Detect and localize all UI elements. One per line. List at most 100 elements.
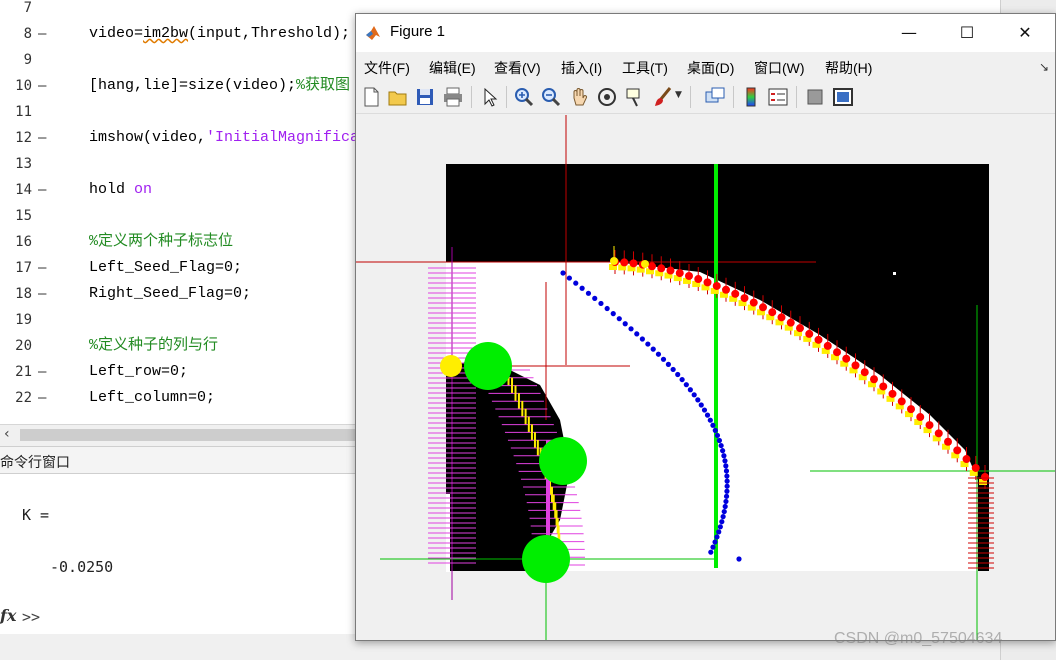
- hide-plot-tools-icon[interactable]: [804, 86, 826, 108]
- zoom-out-icon[interactable]: [540, 86, 562, 108]
- new-figure-icon[interactable]: [360, 86, 382, 108]
- brush-icon[interactable]: [652, 86, 674, 108]
- breakpoint-marker[interactable]: —: [38, 177, 46, 203]
- figure-titlebar[interactable]: Figure 1 — ☐ ✕: [356, 14, 1055, 52]
- right-edge-dot: [851, 361, 860, 370]
- right-edge-dot: [870, 375, 878, 384]
- green-seed-circle: [522, 535, 570, 583]
- center-path-dot: [714, 534, 720, 540]
- menu-edit[interactable]: 编辑(E): [429, 58, 476, 78]
- breakpoint-marker[interactable]: —: [38, 281, 46, 307]
- legend-icon[interactable]: [767, 86, 789, 108]
- center-path-dot: [655, 351, 662, 357]
- save-icon[interactable]: [414, 86, 436, 108]
- center-path-dot: [698, 402, 704, 408]
- right-edge-dot: [888, 389, 897, 398]
- data-cursor-icon[interactable]: [624, 86, 646, 108]
- open-file-icon[interactable]: [387, 86, 409, 108]
- right-edge-dot: [629, 259, 638, 268]
- center-path-dot: [634, 331, 640, 337]
- menu-tools[interactable]: 工具(T): [622, 58, 668, 78]
- center-path-dot: [723, 493, 730, 499]
- menu-help[interactable]: 帮助(H): [825, 58, 872, 78]
- code-token: [hang,lie]=size(video);: [89, 77, 297, 94]
- command-prompt[interactable]: >>: [22, 608, 40, 626]
- center-path-dot: [736, 556, 742, 562]
- breakpoint-marker[interactable]: —: [38, 73, 46, 99]
- center-path-dot: [710, 422, 716, 428]
- code-token: imshow(video,: [89, 129, 207, 146]
- breakpoint-marker[interactable]: —: [38, 359, 46, 385]
- right-edge-dot: [860, 368, 869, 377]
- scrollbar-thumb[interactable]: [20, 429, 360, 441]
- right-edge-dot: [934, 429, 943, 438]
- pan-icon[interactable]: [568, 86, 590, 108]
- show-plot-tools-icon[interactable]: [832, 86, 854, 108]
- center-path-dot: [723, 463, 729, 469]
- center-path-dot: [650, 346, 656, 352]
- link-plot-icon[interactable]: [704, 86, 726, 108]
- breakpoint-marker[interactable]: —: [38, 21, 46, 47]
- rotate-3d-icon[interactable]: [596, 86, 618, 108]
- code-text: %定义种子的列与行: [89, 333, 218, 359]
- toolbar-separator: [471, 86, 472, 108]
- center-path-dot: [719, 519, 725, 525]
- center-path-dot: [585, 290, 592, 296]
- right-edge-dot: [981, 473, 989, 481]
- code-token: Left_column=0;: [89, 389, 216, 406]
- close-button[interactable]: ✕: [996, 14, 1054, 52]
- line-number: 17: [15, 260, 32, 276]
- minimize-button[interactable]: —: [880, 14, 938, 52]
- menubar-overflow-icon[interactable]: ↘: [1039, 60, 1049, 74]
- center-path-dot: [724, 478, 730, 484]
- right-edge-dot: [953, 446, 962, 455]
- line-number: 15: [15, 208, 32, 224]
- right-edge-dot: [879, 382, 888, 391]
- maximize-button[interactable]: ☐: [938, 14, 996, 52]
- breakpoint-marker[interactable]: —: [38, 385, 46, 411]
- breakpoint-marker[interactable]: —: [38, 255, 46, 281]
- center-path-dot: [610, 311, 616, 317]
- zoom-in-icon[interactable]: [513, 86, 535, 108]
- right-edge-dot: [722, 285, 730, 294]
- code-text: Left_row=0;: [89, 359, 188, 385]
- plot-canvas[interactable]: [356, 115, 1056, 640]
- breakpoint-marker[interactable]: —: [38, 125, 46, 151]
- right-edge-dot: [749, 298, 758, 307]
- line-number: 21: [15, 364, 32, 380]
- pointer-icon[interactable]: [478, 86, 500, 108]
- figure-window[interactable]: Figure 1 — ☐ ✕ 文件(F) 编辑(E) 查看(V) 插入(I) 工…: [355, 13, 1056, 641]
- scroll-left-icon[interactable]: ‹: [4, 426, 10, 442]
- print-icon[interactable]: [442, 86, 464, 108]
- right-edge-dot: [703, 278, 712, 287]
- menu-file[interactable]: 文件(F): [364, 58, 410, 78]
- function-browser-icon[interactable]: fx: [0, 606, 16, 625]
- center-path-dot: [724, 473, 730, 479]
- center-path-dot: [708, 549, 714, 555]
- line-number: 19: [15, 312, 32, 328]
- menu-window[interactable]: 窗口(W): [754, 58, 805, 78]
- center-path-dot: [710, 544, 716, 550]
- menu-insert[interactable]: 插入(I): [561, 58, 602, 78]
- menu-desktop[interactable]: 桌面(D): [687, 58, 734, 78]
- code-token: video=: [89, 25, 144, 42]
- code-text: video=im2bw(input,Threshold);: [89, 21, 350, 47]
- colorbar-icon[interactable]: [740, 86, 762, 108]
- right-edge-dot: [675, 269, 684, 278]
- menu-view[interactable]: 查看(V): [494, 58, 541, 78]
- right-edge-dot: [685, 271, 693, 280]
- center-path-dot: [592, 295, 598, 301]
- line-number: 12: [15, 130, 32, 146]
- yellow-seed-marker: [641, 260, 649, 268]
- right-edge-dot: [897, 397, 906, 406]
- line-number: 8: [23, 26, 32, 42]
- code-text: Left_column=0;: [89, 385, 215, 411]
- code-token: %定义种子的列与行: [89, 337, 219, 354]
- brush-dropdown-icon[interactable]: ▼: [675, 90, 682, 100]
- center-path-dot: [560, 270, 566, 276]
- center-path-dot: [716, 437, 722, 444]
- center-path-dot: [628, 326, 634, 332]
- right-edge-dot: [842, 354, 851, 363]
- code-text: Left_Seed_Flag=0;: [89, 255, 242, 281]
- figure-axes-area[interactable]: [356, 115, 1056, 640]
